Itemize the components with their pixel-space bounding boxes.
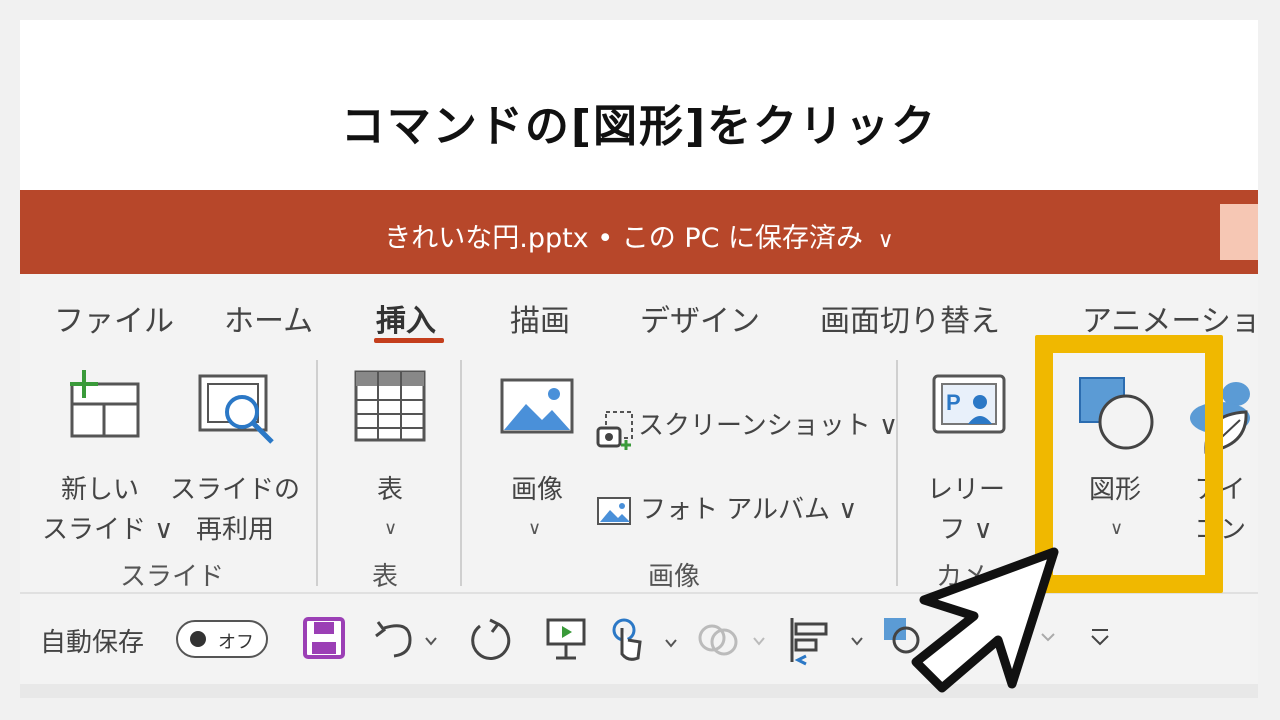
cameo-label-1: レリー [926,475,1005,505]
tab-home[interactable]: ホーム [224,296,313,340]
picture-icon [500,378,574,434]
active-tab-indicator [374,338,444,343]
autosave-label: 自動保存 [40,628,145,658]
present-icon[interactable] [544,616,588,664]
tab-insert[interactable]: 挿入 [376,296,436,340]
group-label-image: 画像 [648,562,701,592]
tab-design[interactable]: デザイン [640,296,760,340]
search-box[interactable] [1220,204,1258,260]
group-label-table: 表 [372,562,399,592]
redo-icon[interactable] [468,616,516,664]
screenshot-icon [596,411,633,450]
reuse-slide-label-2: 再利用 [195,515,274,545]
screenshot-label: スクリーンショット ∨ [638,411,898,441]
document-name: きれいな円.pptx • この PC に保存済み [384,223,864,254]
cameo-icon: P [932,374,1006,434]
tab-draw[interactable]: 描画 [510,296,570,340]
chevron-down-icon: ∨ [528,518,542,539]
save-icon[interactable] [302,616,346,660]
chevron-down-icon: ∨ [877,228,894,253]
reuse-slide-label-1: スライドの [170,475,301,505]
document-title[interactable]: きれいな円.pptx • この PC に保存済み ∨ [20,216,1258,255]
group-label-slides: スライド [120,562,225,592]
new-slide-label-2: スライド ∨ [42,515,174,545]
tab-file[interactable]: ファイル [54,296,174,340]
pointer-arrow-icon [911,547,1059,693]
new-slide-icon [70,370,140,438]
instruction-heading: コマンドの[図形]をクリック [340,101,938,152]
group-separator [460,360,462,586]
tutorial-card: コマンドの[図形]をクリック きれいな円.pptx • この PC に保存済み … [20,20,1258,698]
image-label: 画像 [510,475,563,505]
align-icon[interactable] [788,614,868,666]
toggle-state: オフ [218,632,254,653]
merge-shapes-icon [698,624,765,656]
tab-transitions[interactable]: 画面切り替え [820,296,1000,340]
group-separator [316,360,318,586]
touch-mode-icon[interactable] [608,614,678,666]
table-label: 表 [376,475,403,505]
photo-album-label: フォト アルバム ∨ [640,495,858,525]
table-icon [354,370,426,442]
svg-text:P: P [946,390,961,415]
photo-album-icon [597,497,631,525]
autosave-toggle[interactable]: オフ [176,620,268,658]
new-slide-label-1: 新しい [60,475,139,505]
chevron-down-icon: ∨ [384,518,398,539]
undo-icon[interactable] [374,616,440,660]
title-bar: きれいな円.pptx • この PC に保存済み ∨ [20,190,1258,274]
reuse-slide-icon [198,374,274,444]
toggle-knob [190,631,206,647]
tab-animations[interactable]: アニメーション [1082,296,1258,340]
